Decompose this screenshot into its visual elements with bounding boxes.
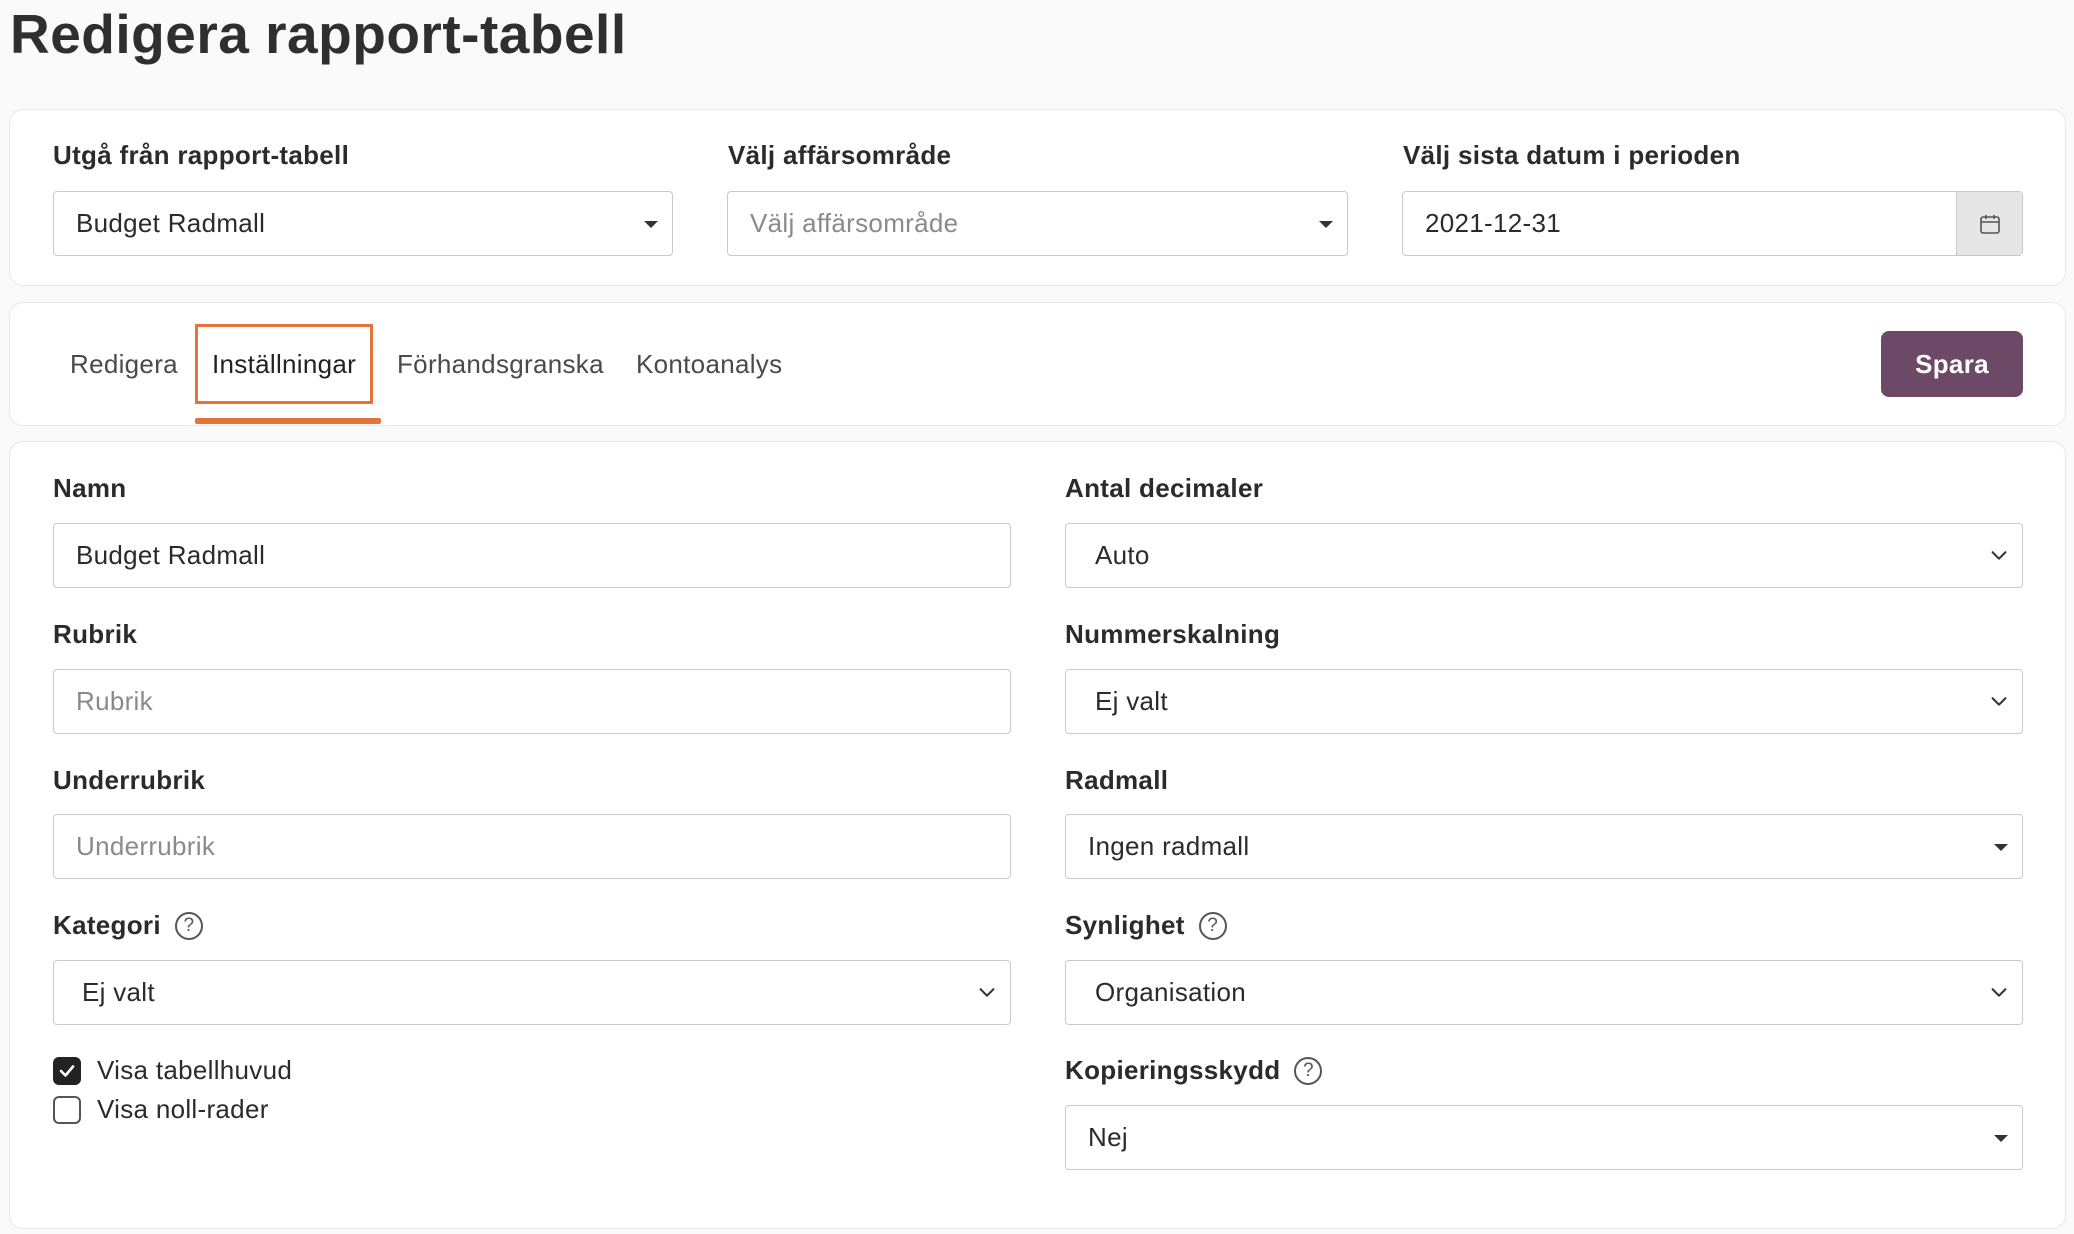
- heading-input-field[interactable]: [76, 686, 1010, 717]
- base-table-label: Utgå från rapport-tabell: [53, 140, 350, 170]
- caret-down-icon: [1319, 220, 1333, 228]
- calendar-icon: [1979, 214, 2000, 234]
- check-icon: [59, 1064, 75, 1077]
- category-label-text: Kategori: [53, 910, 161, 940]
- visibility-label-text: Synlighet: [1065, 910, 1185, 940]
- name-label: Namn: [53, 473, 127, 503]
- period-end-datepicker[interactable]: 2021-12-31: [1402, 191, 2023, 256]
- show-zero-rows-label: Visa noll-rader: [97, 1094, 269, 1124]
- tab-forhandsgranska[interactable]: Förhandsgranska: [397, 324, 604, 404]
- show-header-checkbox[interactable]: [53, 1056, 81, 1085]
- chevron-down-icon: [1991, 696, 2007, 706]
- category-label: Kategori ?: [53, 910, 203, 941]
- base-table-select[interactable]: Budget Radmall: [53, 191, 673, 256]
- tab-redigera[interactable]: Redigera: [70, 324, 178, 404]
- business-area-placeholder: Välj affärsområde: [750, 208, 959, 238]
- caret-down-icon: [644, 220, 658, 228]
- show-zero-rows-checkbox[interactable]: [53, 1095, 81, 1124]
- subheading-input-field[interactable]: [76, 831, 1010, 862]
- business-area-label: Välj affärsområde: [728, 140, 952, 170]
- heading-input[interactable]: [53, 669, 1011, 734]
- scaling-value: Ej valt: [1095, 686, 1168, 716]
- chevron-down-icon: [979, 987, 995, 997]
- copy-protection-value: Nej: [1088, 1122, 1128, 1152]
- base-table-value: Budget Radmall: [76, 208, 266, 238]
- name-input[interactable]: [53, 523, 1011, 588]
- heading-label: Rubrik: [53, 619, 138, 649]
- scaling-label: Nummerskalning: [1065, 619, 1281, 649]
- show-zero-rows-checkbox-row[interactable]: Visa noll-rader: [53, 1094, 269, 1125]
- visibility-value: Organisation: [1095, 977, 1247, 1007]
- active-tab-underline: [195, 418, 381, 424]
- name-input-field[interactable]: [76, 540, 1010, 571]
- period-end-value: 2021-12-31: [1425, 208, 1561, 238]
- subheading-input[interactable]: [53, 814, 1011, 879]
- row-template-select[interactable]: Ingen radmall: [1065, 814, 2023, 879]
- save-button[interactable]: Spara: [1881, 331, 2023, 397]
- tab-kontoanalys[interactable]: Kontoanalys: [636, 324, 782, 404]
- decimals-value: Auto: [1095, 540, 1150, 570]
- decimals-select[interactable]: Auto: [1065, 523, 2023, 588]
- tab-installningar[interactable]: Inställningar: [195, 324, 374, 404]
- calendar-button[interactable]: [1956, 192, 2022, 255]
- page-title: Redigera rapport-tabell: [10, 3, 627, 65]
- scaling-select[interactable]: Ej valt: [1065, 669, 2023, 734]
- question-circle-icon[interactable]: ?: [1198, 911, 1227, 940]
- show-header-checkbox-row[interactable]: Visa tabellhuvud: [53, 1055, 292, 1086]
- show-header-label: Visa tabellhuvud: [97, 1055, 293, 1085]
- chevron-down-icon: [1991, 987, 2007, 997]
- caret-down-icon: [1994, 843, 2008, 851]
- category-value: Ej valt: [82, 977, 155, 1007]
- visibility-select[interactable]: Organisation: [1065, 960, 2023, 1025]
- question-circle-icon[interactable]: ?: [174, 911, 203, 940]
- copy-protection-label-text: Kopieringsskydd: [1065, 1055, 1281, 1085]
- decimals-label: Antal decimaler: [1065, 473, 1264, 503]
- period-end-label: Välj sista datum i perioden: [1403, 140, 1741, 170]
- caret-down-icon: [1994, 1134, 2008, 1142]
- business-area-select[interactable]: Välj affärsområde: [727, 191, 1348, 256]
- subheading-label: Underrubrik: [53, 765, 206, 795]
- category-select[interactable]: Ej valt: [53, 960, 1011, 1025]
- copy-protection-label: Kopieringsskydd ?: [1065, 1055, 1323, 1086]
- copy-protection-select[interactable]: Nej: [1065, 1105, 2023, 1170]
- row-template-label: Radmall: [1065, 765, 1169, 795]
- question-circle-icon[interactable]: ?: [1294, 1056, 1323, 1085]
- visibility-label: Synlighet ?: [1065, 910, 1227, 941]
- row-template-value: Ingen radmall: [1088, 831, 1250, 861]
- chevron-down-icon: [1991, 550, 2007, 560]
